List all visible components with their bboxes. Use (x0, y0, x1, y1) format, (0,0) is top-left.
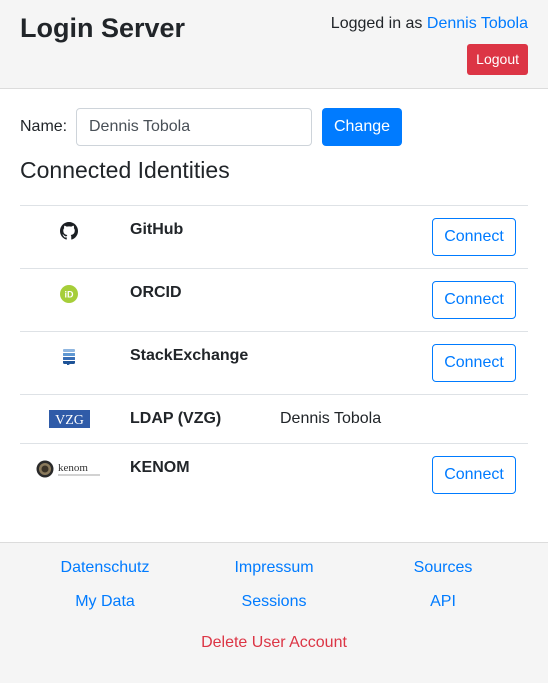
change-name-button[interactable]: Change (322, 108, 402, 146)
logged-in-status: Logged in as Dennis Tobola (331, 15, 528, 33)
connect-orcid-button[interactable]: Connect (432, 281, 516, 319)
footer-link-impressum[interactable]: Impressum (234, 559, 313, 577)
identity-name: GitHub (130, 221, 184, 238)
svg-text:iD: iD (65, 290, 75, 300)
logged-in-prefix: Logged in as (330, 15, 423, 32)
identity-name: StackExchange (130, 347, 249, 364)
orcid-icon: iD (20, 285, 118, 303)
identity-row-ldap: VZG LDAP (VZG) Dennis Tobola (20, 394, 528, 443)
connect-kenom-button[interactable]: Connect (432, 456, 516, 494)
section-title: Connected Identities (20, 157, 230, 183)
footer-link-sessions[interactable]: Sessions (242, 593, 307, 611)
kenom-logo: kenom (20, 460, 118, 478)
identity-row-github: GitHub Connect (20, 205, 528, 268)
identity-list: GitHub Connect iD ORCID Connect StackExc… (20, 205, 528, 506)
app-title: Login Server (20, 13, 186, 43)
user-name-link[interactable]: Dennis Tobola (427, 15, 528, 32)
page-header: Login Server Logged in as Dennis Tobola … (0, 0, 548, 89)
stackexchange-icon (20, 349, 118, 365)
page-footer: Datenschutz Impressum Sources My Data Se… (0, 542, 548, 683)
identity-name: LDAP (VZG) (130, 410, 222, 427)
identity-row-orcid: iD ORCID Connect (20, 268, 528, 331)
connect-stackexchange-button[interactable]: Connect (432, 344, 516, 382)
svg-text:kenom: kenom (58, 462, 88, 474)
identity-name: KENOM (130, 459, 190, 476)
svg-text:VZG: VZG (55, 413, 84, 428)
footer-link-api[interactable]: API (430, 593, 456, 611)
identity-row-kenom: kenom KENOM Connect (20, 443, 528, 506)
connect-github-button[interactable]: Connect (432, 218, 516, 256)
vzg-logo: VZG (20, 410, 118, 428)
identity-name: ORCID (130, 284, 182, 301)
identity-row-stackexchange: StackExchange Connect (20, 331, 528, 394)
footer-link-my-data[interactable]: My Data (75, 593, 135, 611)
footer-link-datenschutz[interactable]: Datenschutz (61, 559, 150, 577)
name-label: Name: (20, 118, 68, 135)
github-icon (20, 222, 118, 240)
identity-value: Dennis Tobola (280, 410, 382, 427)
name-input[interactable] (76, 108, 312, 146)
logout-button[interactable]: Logout (467, 44, 528, 75)
footer-link-sources[interactable]: Sources (414, 559, 473, 577)
delete-account-link[interactable]: Delete User Account (201, 634, 347, 652)
